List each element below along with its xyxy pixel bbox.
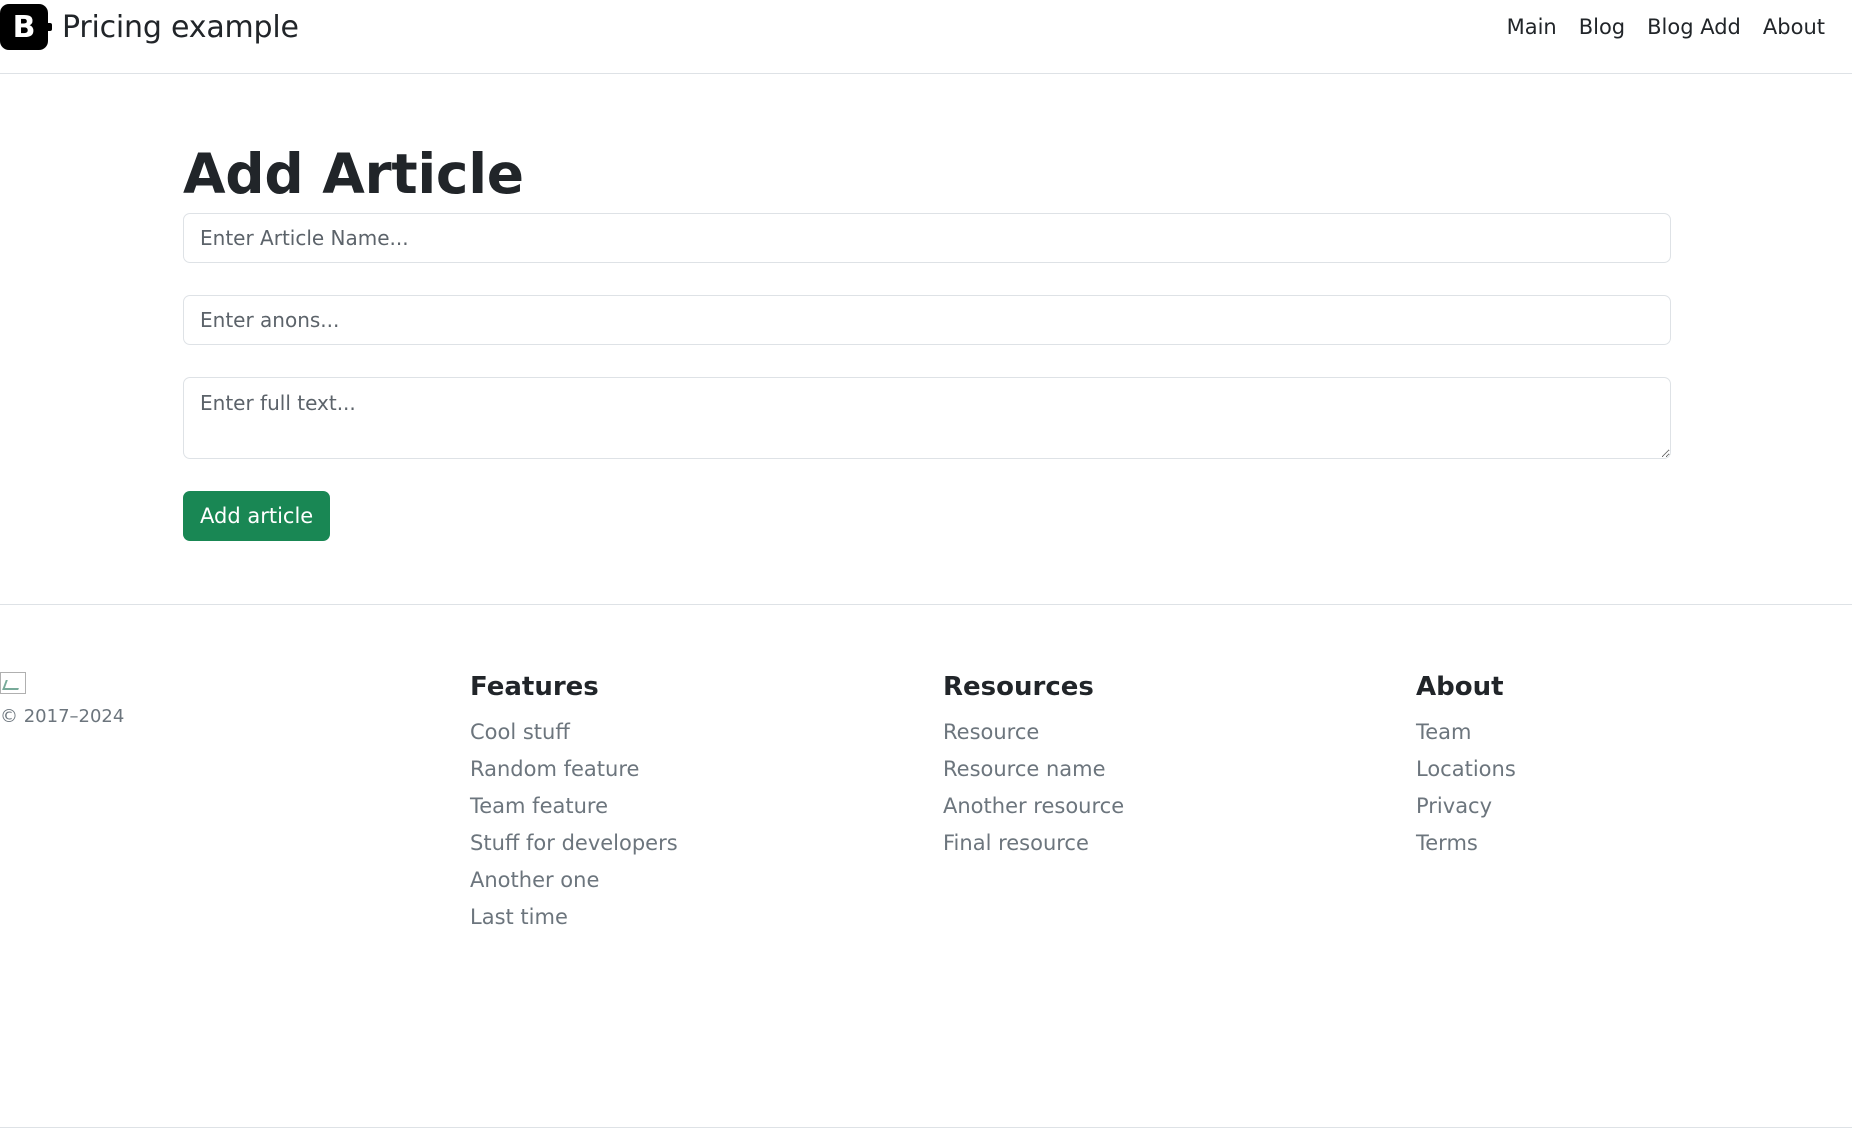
footer-brand: © 2017–2024 [0, 672, 124, 727]
broken-image-icon [0, 672, 26, 694]
footer-heading-features: Features [470, 672, 599, 702]
footer-link[interactable]: Team [1416, 720, 1472, 744]
nav-link-about[interactable]: About [1752, 12, 1836, 42]
footer-heading-resources: Resources [943, 672, 1094, 702]
footer-link[interactable]: Privacy [1416, 794, 1492, 818]
nav-link-blog-add[interactable]: Blog Add [1636, 12, 1752, 42]
copyright-text: © 2017–2024 [0, 706, 125, 727]
add-article-form: Add Article Add article [183, 140, 1671, 541]
footer-link[interactable]: Last time [470, 905, 568, 929]
footer-link[interactable]: Terms [1416, 831, 1478, 855]
brand-link[interactable]: B Pricing example [0, 4, 299, 50]
footer-link[interactable]: Final resource [943, 831, 1089, 855]
add-article-button[interactable]: Add article [183, 491, 331, 541]
footer-link[interactable]: Another one [470, 868, 599, 892]
footer-column-features: Features Cool stuff Random feature Team … [470, 668, 678, 936]
footer-link[interactable]: Random feature [470, 757, 639, 781]
footer-link[interactable]: Resource [943, 720, 1039, 744]
footer-column-about: About Team Locations Privacy Terms [1416, 668, 1516, 862]
footer-divider [0, 604, 1852, 605]
main-nav: Main Blog Blog Add About [1496, 12, 1836, 42]
footer-link[interactable]: Team feature [470, 794, 608, 818]
page-title: Add Article [183, 142, 524, 206]
footer-link[interactable]: Stuff for developers [470, 831, 678, 855]
footer-link[interactable]: Another resource [943, 794, 1124, 818]
nav-link-blog[interactable]: Blog [1568, 12, 1636, 42]
footer-link[interactable]: Resource name [943, 757, 1106, 781]
anons-input[interactable] [183, 295, 1671, 345]
bootstrap-logo-icon: B [0, 4, 52, 50]
top-navbar: B Pricing example Main Blog Blog Add Abo… [0, 0, 1852, 74]
footer-link[interactable]: Cool stuff [470, 720, 570, 744]
nav-link-main[interactable]: Main [1496, 12, 1568, 42]
footer-heading-about: About [1416, 672, 1504, 702]
brand-title: Pricing example [62, 9, 299, 45]
footer-column-resources: Resources Resource Resource name Another… [943, 668, 1124, 862]
full-text-textarea[interactable] [183, 377, 1671, 459]
footer-link[interactable]: Locations [1416, 757, 1516, 781]
article-name-input[interactable] [183, 213, 1671, 263]
